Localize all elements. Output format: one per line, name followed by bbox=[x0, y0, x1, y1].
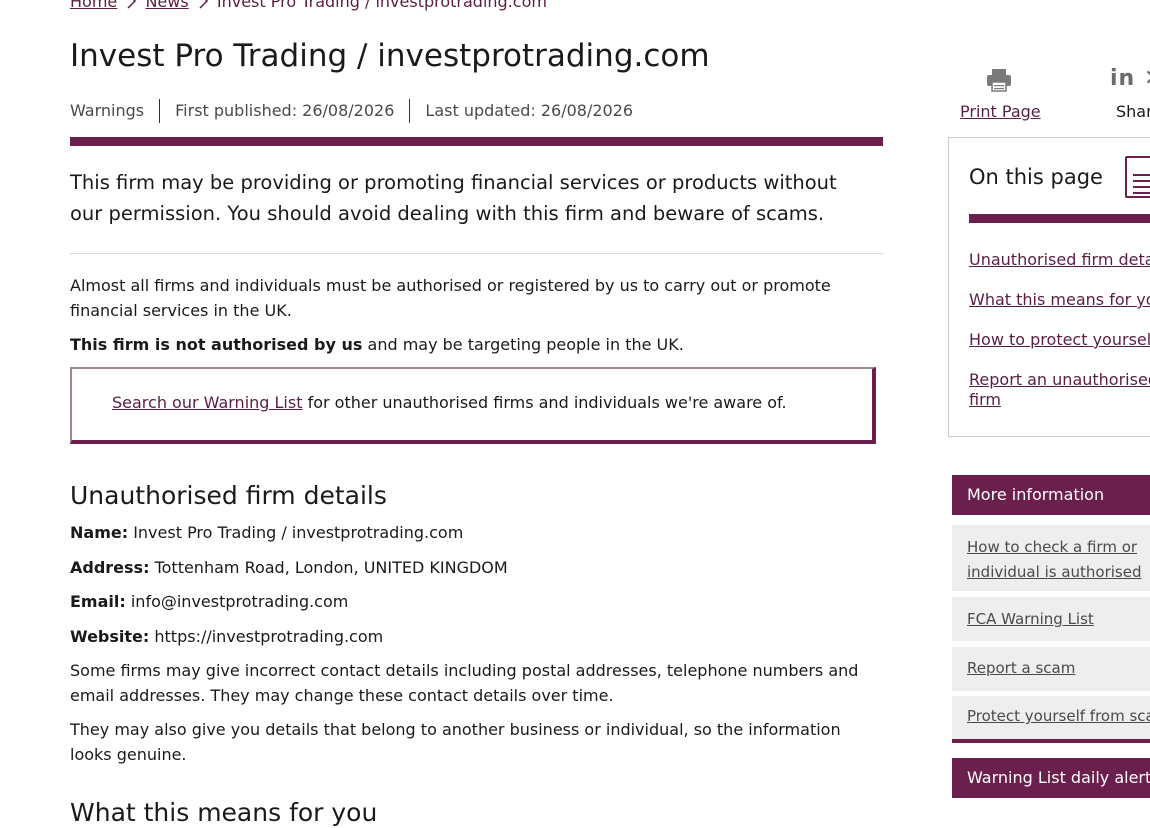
more-info-item: Protect yourself from scams bbox=[952, 696, 1150, 739]
page-title: Invest Pro Trading / investprotrading.co… bbox=[70, 38, 710, 74]
detail-email-label: Email: bbox=[70, 592, 126, 611]
share-bar: Print Page in ✕ Share bbox=[960, 64, 1150, 124]
detail-name-value: Invest Pro Trading / investprotrading.co… bbox=[128, 523, 464, 542]
breadcrumb-current: Invest Pro Trading / investprotrading.co… bbox=[216, 0, 547, 11]
print-label: Print Page bbox=[960, 102, 1041, 121]
meta-first-published: First published: 26/08/2026 bbox=[175, 101, 395, 120]
print-icon bbox=[987, 69, 1011, 92]
divider bbox=[70, 253, 883, 254]
contact-details-paragraph: Some firms may give incorrect contact de… bbox=[70, 661, 859, 705]
detail-name: Name: Invest Pro Trading / investprotrad… bbox=[70, 521, 463, 545]
meta-last-updated: Last updated: 26/08/2026 bbox=[425, 101, 634, 120]
on-this-page-panel: On this page Unauthorised firm details W… bbox=[948, 137, 1150, 437]
what-this-means-heading: What this means for you bbox=[70, 798, 378, 827]
chevron-right-icon bbox=[127, 0, 137, 9]
detail-address: Address: Tottenham Road, London, UNITED … bbox=[70, 556, 508, 580]
lead-warning: This firm may be providing or promoting … bbox=[70, 171, 837, 225]
genuine-info-paragraph: They may also give you details that belo… bbox=[70, 720, 841, 764]
breadcrumb-news[interactable]: News bbox=[145, 0, 188, 11]
detail-address-value: Tottenham Road, London, UNITED KINGDOM bbox=[149, 558, 508, 577]
breadcrumb: Home News Invest Pro Trading / investpro… bbox=[70, 0, 547, 11]
not-authorised-paragraph: This firm is not authorised by us and ma… bbox=[70, 333, 870, 358]
breadcrumb-home[interactable]: Home bbox=[70, 0, 117, 11]
page-meta: Warnings First published: 26/08/2026 Las… bbox=[70, 98, 648, 124]
more-info-item: FCA Warning List bbox=[952, 597, 1150, 641]
check-firm-link[interactable]: How to check a firm or individual is aut… bbox=[967, 538, 1141, 581]
detail-name-label: Name: bbox=[70, 523, 129, 542]
on-this-page-rule bbox=[969, 214, 1150, 223]
detail-email-value: info@investprotrading.com bbox=[125, 592, 349, 611]
warning-list-callout: Search our Warning List for other unauth… bbox=[70, 367, 876, 444]
section-rule bbox=[70, 137, 883, 146]
warning-list-link[interactable]: Search our Warning List bbox=[112, 393, 302, 412]
detail-email: Email: info@investprotrading.com bbox=[70, 590, 348, 614]
report-scam-link[interactable]: Report a scam bbox=[967, 659, 1075, 677]
detail-website: Website: https://investprotrading.com bbox=[70, 625, 383, 649]
warning-alerts-button[interactable]: Warning List daily alerts bbox=[952, 758, 1150, 798]
share-label[interactable]: Share bbox=[1116, 102, 1150, 121]
x-icon[interactable]: ✕ bbox=[1144, 66, 1150, 91]
linkedin-icon[interactable]: in bbox=[1110, 66, 1135, 91]
details-heading: Unauthorised firm details bbox=[70, 481, 387, 510]
chevron-right-icon bbox=[199, 0, 208, 9]
callout-text: Search our Warning List for other unauth… bbox=[112, 391, 787, 415]
callout-rest: for other unauthorised firms and individ… bbox=[302, 393, 787, 412]
protect-from-scams-link[interactable]: Protect yourself from scams bbox=[967, 707, 1150, 725]
detail-website-value: https://investprotrading.com bbox=[149, 627, 384, 646]
fca-warning-list-link[interactable]: FCA Warning List bbox=[967, 610, 1094, 628]
more-info-item: Report a scam bbox=[952, 647, 1150, 691]
not-authorised-bold: This firm is not authorised by us bbox=[70, 335, 363, 354]
document-icon bbox=[1125, 156, 1150, 198]
meta-category: Warnings bbox=[70, 101, 145, 120]
detail-website-label: Website: bbox=[70, 627, 150, 646]
otp-link-what-this-means[interactable]: What this means for you bbox=[969, 290, 1150, 310]
otp-link-details[interactable]: Unauthorised firm details bbox=[969, 250, 1150, 270]
more-information-header: More information bbox=[952, 475, 1150, 515]
otp-link-protect[interactable]: How to protect yourself bbox=[969, 330, 1150, 350]
otp-link-report[interactable]: Report an unauthorised firm bbox=[969, 370, 1150, 410]
more-information-footer-rule bbox=[952, 739, 1150, 743]
on-this-page-title: On this page bbox=[969, 165, 1103, 189]
intro-paragraph: Almost all firms and individuals must be… bbox=[70, 276, 831, 320]
not-authorised-rest: and may be targeting people in the UK. bbox=[362, 335, 684, 354]
more-info-item: How to check a firm or individual is aut… bbox=[952, 525, 1150, 591]
detail-address-label: Address: bbox=[70, 558, 150, 577]
